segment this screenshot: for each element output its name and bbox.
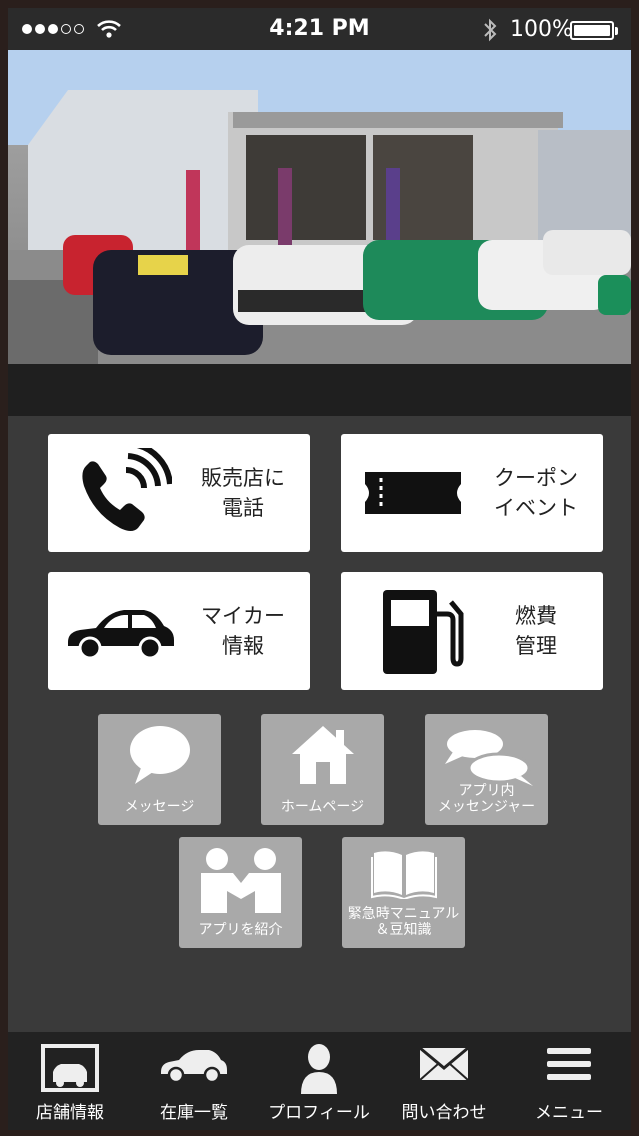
tab-contact[interactable]: 問い合わせ bbox=[382, 1032, 506, 1130]
coupon-event-label: クーポン イベント bbox=[494, 466, 578, 520]
in-app-messenger-label: アプリ内 メッセンジャー bbox=[437, 783, 536, 815]
book-icon bbox=[370, 851, 437, 899]
emergency-manual-label: 緊急時マニュアル ＆豆知識 bbox=[347, 906, 460, 938]
people-icon bbox=[200, 848, 281, 913]
phone-icon bbox=[82, 448, 172, 531]
app-screen: 4:21 PM 100% 販売店に 電話 クーポン イベント マイカー 情報 燃… bbox=[8, 8, 631, 1130]
chat-bubbles-icon bbox=[444, 730, 533, 786]
message-label: メッセージ bbox=[124, 799, 195, 815]
battery-icon bbox=[570, 21, 614, 40]
homepage-button[interactable]: ホームページ bbox=[261, 714, 384, 825]
photo-caption-band bbox=[8, 364, 631, 416]
hamburger-menu-icon bbox=[547, 1048, 591, 1080]
fuel-management-button[interactable]: 燃費 管理 bbox=[341, 572, 603, 690]
call-dealer-label: 販売店に 電話 bbox=[201, 466, 285, 520]
car-icon bbox=[68, 610, 174, 660]
introduce-app-label: アプリを紹介 bbox=[198, 922, 283, 938]
tab-profile-label: プロフィール bbox=[268, 1103, 370, 1123]
coupon-event-button[interactable]: クーポン イベント bbox=[341, 434, 603, 552]
in-app-messenger-button[interactable]: アプリ内 メッセンジャー bbox=[425, 714, 548, 825]
envelope-icon bbox=[419, 1046, 469, 1081]
ticket-icon bbox=[365, 472, 461, 514]
fuel-management-label: 燃費 管理 bbox=[515, 604, 557, 658]
emergency-manual-button[interactable]: 緊急時マニュアル ＆豆知識 bbox=[342, 837, 465, 948]
introduce-app-button[interactable]: アプリを紹介 bbox=[179, 837, 302, 948]
tab-menu[interactable]: メニュー bbox=[507, 1032, 631, 1130]
tab-profile[interactable]: プロフィール bbox=[257, 1032, 381, 1130]
person-icon bbox=[301, 1044, 337, 1094]
homepage-label: ホームページ bbox=[280, 799, 365, 815]
message-button[interactable]: メッセージ bbox=[98, 714, 221, 825]
tab-contact-label: 問い合わせ bbox=[401, 1103, 487, 1123]
tab-inventory[interactable]: 在庫一覧 bbox=[132, 1032, 256, 1130]
tab-store-info[interactable]: 店舗情報 bbox=[8, 1032, 132, 1130]
status-bar: 4:21 PM 100% bbox=[8, 8, 631, 50]
shop-photo-illustration bbox=[8, 50, 631, 364]
bluetooth-icon bbox=[484, 18, 497, 42]
my-car-info-label: マイカー 情報 bbox=[201, 604, 285, 658]
fuel-pump-icon bbox=[383, 590, 464, 674]
tab-store-info-label: 店舗情報 bbox=[36, 1103, 104, 1123]
tab-inventory-label: 在庫一覧 bbox=[160, 1103, 228, 1123]
bottom-tab-bar: 店舗情報 在庫一覧 プロフィール 問い合わせ メニュー bbox=[8, 1032, 631, 1130]
car-icon bbox=[161, 1050, 227, 1084]
my-car-info-button[interactable]: マイカー 情報 bbox=[48, 572, 310, 690]
garage-icon bbox=[41, 1044, 99, 1092]
speech-bubble-icon bbox=[129, 726, 190, 784]
house-icon bbox=[291, 726, 354, 784]
battery-percentage: 100% bbox=[510, 17, 573, 42]
call-dealer-button[interactable]: 販売店に 電話 bbox=[48, 434, 310, 552]
tab-menu-label: メニュー bbox=[535, 1103, 603, 1123]
shop-photo bbox=[8, 50, 631, 364]
